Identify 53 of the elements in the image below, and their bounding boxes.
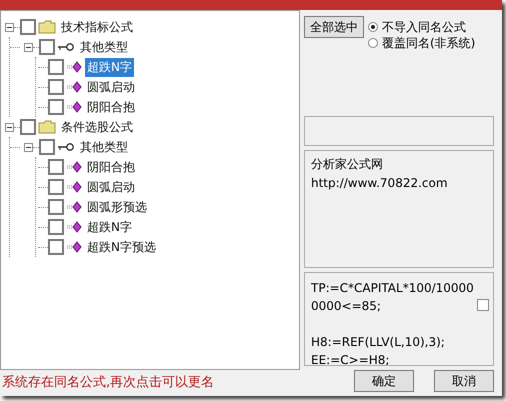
checkbox[interactable] [48, 79, 64, 95]
diamond-icon [66, 221, 82, 233]
tree-item[interactable]: 技术指标公式 [59, 18, 135, 36]
checkbox[interactable] [48, 219, 64, 235]
folder-icon [38, 20, 56, 34]
tree-item[interactable]: 其他类型 [78, 138, 130, 156]
diamond-icon [66, 181, 82, 193]
checkbox[interactable] [20, 19, 36, 35]
status-message: 系统存在同名公式,再次点击可以更名 [1, 374, 216, 392]
checkbox[interactable] [48, 179, 64, 195]
checkbox[interactable] [477, 299, 489, 311]
diamond-icon [66, 241, 82, 253]
collapse-icon[interactable] [24, 142, 33, 152]
key-icon [57, 42, 75, 52]
diamond-icon [66, 161, 82, 173]
collapse-icon[interactable] [24, 42, 33, 52]
tree-item[interactable]: 圆弧形预选 [85, 198, 149, 216]
checkbox[interactable] [39, 139, 55, 155]
radio-label[interactable]: 不导入同名公式 [382, 18, 466, 36]
tree-item[interactable]: 超跌N字 [85, 58, 134, 76]
select-all-button[interactable]: 全部选中 [304, 16, 364, 38]
checkbox[interactable] [48, 159, 64, 175]
collapse-icon[interactable] [5, 22, 14, 32]
tree-item[interactable]: 条件选股公式 [59, 118, 135, 136]
diamond-icon [66, 61, 82, 73]
tree-item[interactable]: 阴阳合抱 [85, 158, 137, 176]
checkbox[interactable] [48, 239, 64, 255]
diamond-icon [66, 201, 82, 213]
checkbox[interactable] [20, 119, 36, 135]
checkbox[interactable] [48, 99, 64, 115]
folder-icon [38, 120, 56, 134]
diamond-icon [66, 81, 82, 93]
radio-button[interactable] [368, 38, 378, 48]
dialog-button[interactable]: 确定 [354, 370, 414, 392]
info-text: 分析家公式网 [311, 156, 384, 173]
formula-text: TP:=C*CAPITAL*100/100000000<=85; [311, 280, 475, 315]
tree-item[interactable]: 超跌N字 [85, 218, 134, 236]
checkbox[interactable] [48, 59, 64, 75]
diamond-icon [66, 101, 82, 113]
dialog-button[interactable]: 取消 [434, 370, 494, 392]
tree-item[interactable]: 阴阳合抱 [85, 98, 137, 116]
tree-item[interactable]: 其他类型 [78, 38, 130, 56]
tree-item[interactable]: 超跌N字预选 [85, 238, 158, 256]
radio-button[interactable] [368, 22, 378, 32]
key-icon [57, 142, 75, 152]
checkbox[interactable] [39, 39, 55, 55]
tree-item[interactable]: 圆弧启动 [85, 178, 137, 196]
radio-label[interactable]: 覆盖同名(非系统) [382, 34, 476, 52]
checkbox[interactable] [48, 199, 64, 215]
formula-text: H8:=REF(LLV(L,10),3); [311, 334, 446, 351]
info-text: http://www.70822.com [311, 175, 449, 192]
tree-item[interactable]: 圆弧启动 [85, 78, 137, 96]
collapse-icon[interactable] [5, 122, 14, 132]
